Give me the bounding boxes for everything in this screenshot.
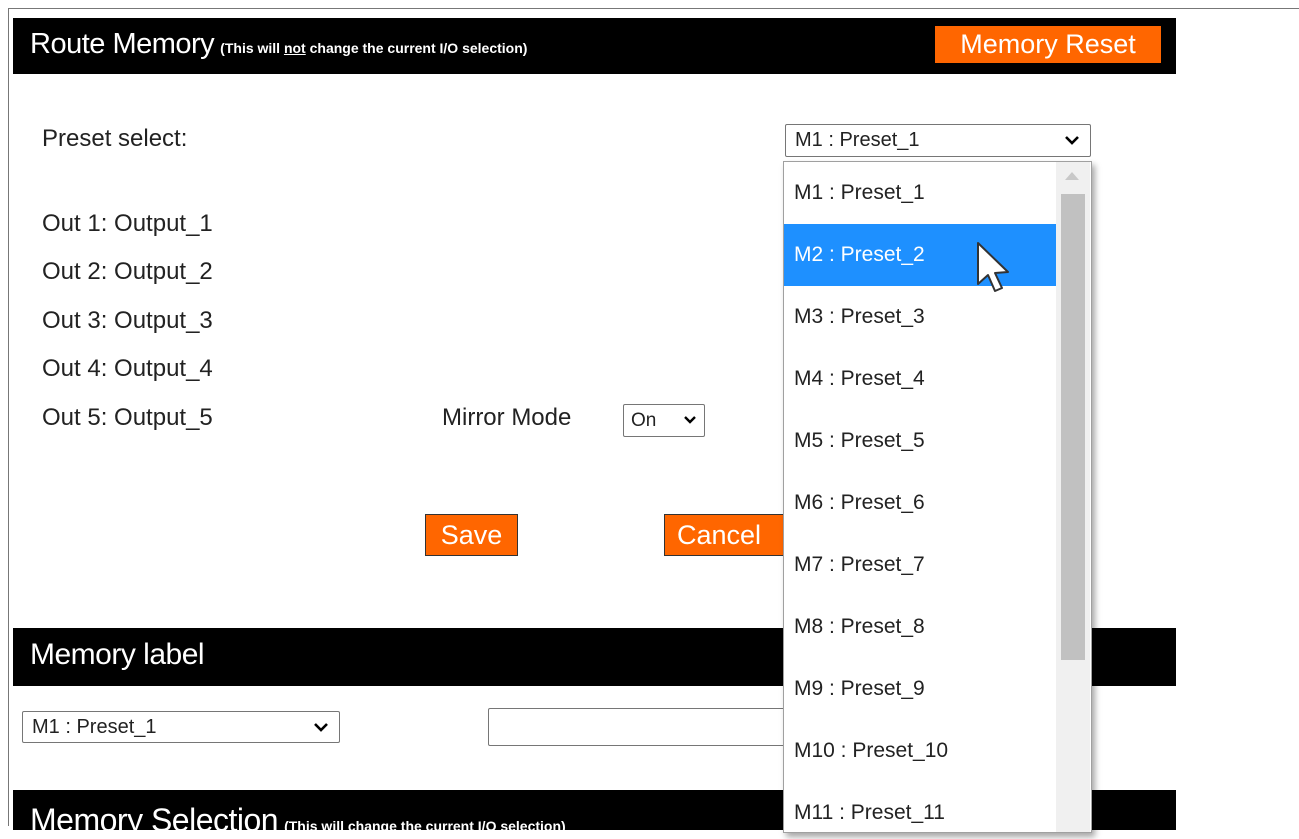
preset-dropdown-list[interactable]: M1 : Preset_1 M2 : Preset_2 M3 : Preset_…	[783, 161, 1092, 833]
memory-selection-note: (This will change the current I/O select…	[284, 818, 566, 834]
dropdown-option[interactable]: M3 : Preset_3	[784, 286, 1056, 348]
dropdown-option[interactable]: M7 : Preset_7	[784, 534, 1056, 596]
mirror-mode-value: On	[631, 410, 657, 431]
mirror-mode-label: Mirror Mode	[442, 404, 572, 431]
dropdown-option[interactable]: M10 : Preset_10	[784, 720, 1056, 782]
memory-label-select-value: M1 : Preset_1	[32, 716, 157, 738]
memory-reset-button[interactable]: Memory Reset	[935, 26, 1161, 63]
preset-select-label: Preset select:	[42, 125, 188, 152]
memory-label-select[interactable]: M1 : Preset_1	[22, 711, 340, 743]
scrollbar-thumb[interactable]	[1061, 194, 1085, 660]
cancel-button[interactable]: Cancel	[664, 514, 794, 556]
memory-selection-title: Memory Selection (This will change the cu…	[30, 802, 566, 839]
mouse-pointer-icon	[975, 240, 1015, 300]
chevron-down-icon	[683, 407, 697, 439]
save-button[interactable]: Save	[425, 514, 518, 556]
dropdown-option[interactable]: M4 : Preset_4	[784, 348, 1056, 410]
chevron-down-icon	[1064, 127, 1080, 159]
output-label-3: Out 3: Output_3	[42, 307, 213, 334]
dropdown-option[interactable]: M9 : Preset_9	[784, 658, 1056, 720]
dropdown-option[interactable]: M8 : Preset_8	[784, 596, 1056, 658]
chevron-down-icon	[313, 714, 329, 746]
scroll-up-arrow-icon[interactable]	[1065, 172, 1079, 180]
preset-select[interactable]: M1 : Preset_1	[785, 124, 1091, 157]
preset-select-value: M1 : Preset_1	[795, 129, 920, 151]
route-memory-title: Route Memory (This will not change the cu…	[30, 28, 527, 61]
memory-label-title: Memory label	[30, 638, 205, 671]
output-label-4: Out 4: Output_4	[42, 355, 213, 382]
dropdown-option[interactable]: M11 : Preset_11	[784, 782, 1056, 832]
mirror-mode-select[interactable]: On	[623, 404, 705, 437]
memory-selection-heading: Memory Selection	[30, 802, 279, 838]
dropdown-option[interactable]: M5 : Preset_5	[784, 410, 1056, 472]
route-memory-heading: Route Memory	[30, 28, 215, 60]
output-label-1: Out 1: Output_1	[42, 210, 213, 237]
note-emphasis: not	[283, 40, 306, 56]
output-label-5: Out 5: Output_5	[42, 404, 213, 431]
route-memory-note: (This will not change the current I/O se…	[220, 40, 527, 56]
dropdown-option-highlighted[interactable]: M2 : Preset_2	[784, 224, 1056, 286]
dropdown-option[interactable]: M1 : Preset_1	[784, 162, 1056, 224]
dropdown-scrollbar[interactable]	[1056, 162, 1090, 832]
output-label-2: Out 2: Output_2	[42, 258, 213, 285]
memory-label-input[interactable]	[488, 708, 788, 746]
note-suffix: change the current I/O selection)	[305, 40, 528, 56]
dropdown-option[interactable]: M6 : Preset_6	[784, 472, 1056, 534]
note-prefix: (This will	[220, 40, 284, 56]
